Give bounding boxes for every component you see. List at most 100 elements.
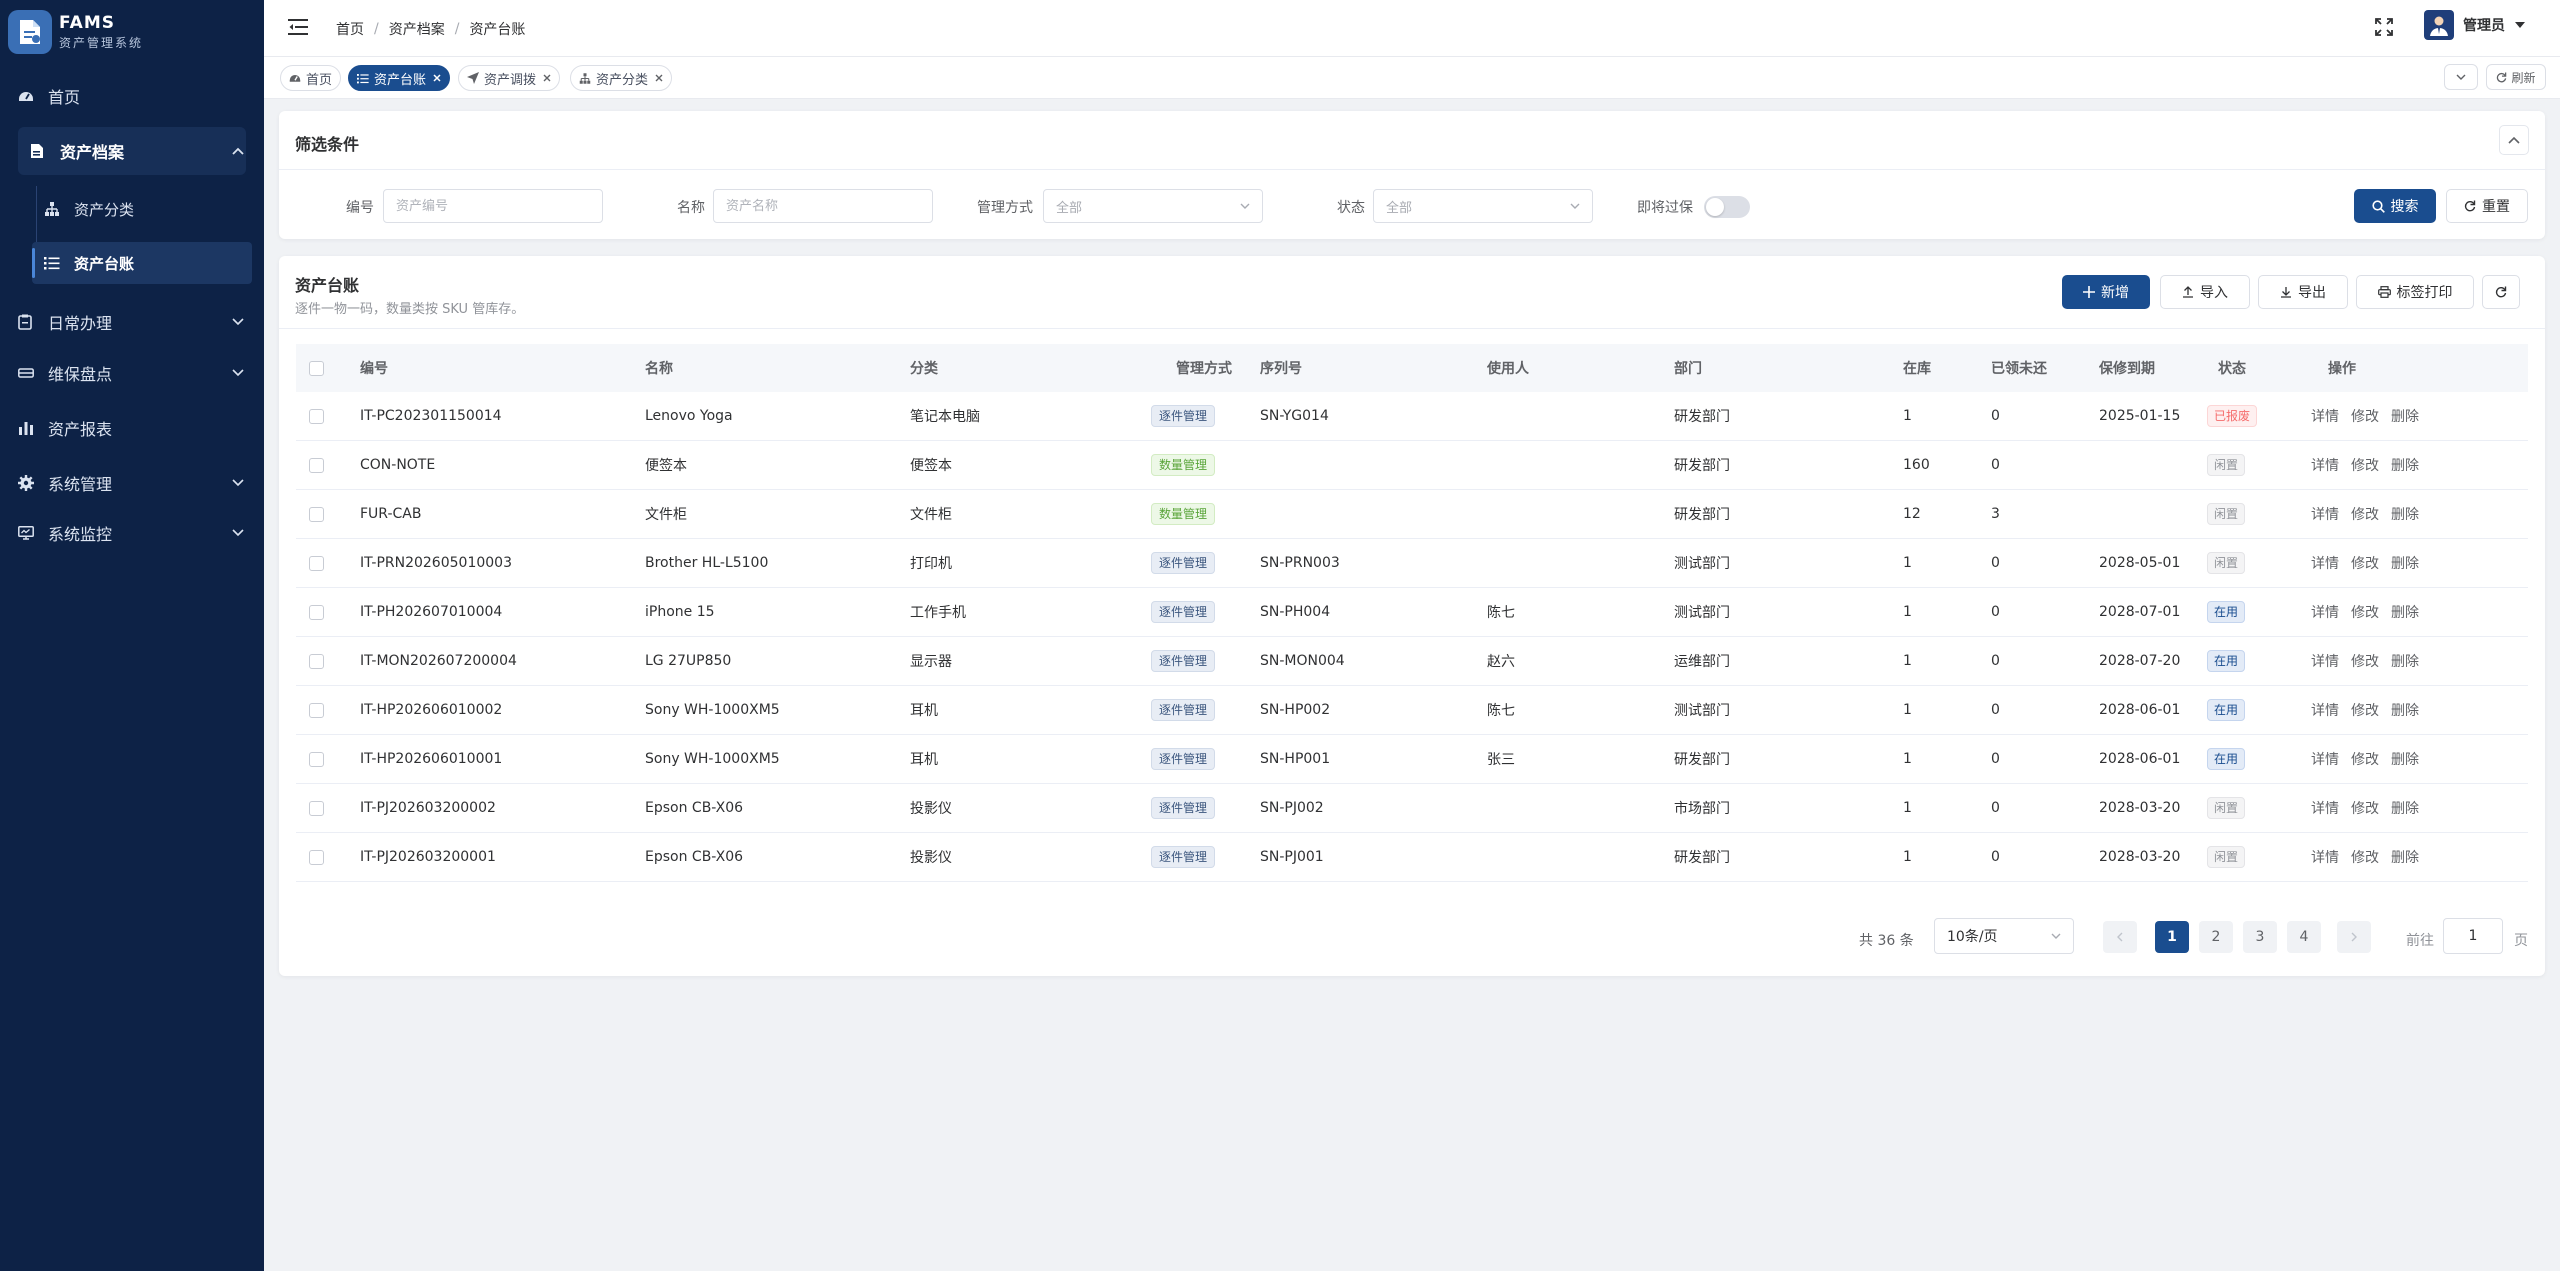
reset-button[interactable]: 重置 bbox=[2446, 189, 2528, 223]
page-size-select[interactable]: 10条/页 bbox=[1934, 918, 2074, 954]
page-4-button[interactable]: 4 bbox=[2287, 921, 2321, 953]
tabs-dropdown-button[interactable] bbox=[2444, 64, 2478, 90]
sidebar-item-asset-category[interactable]: 资产分类 bbox=[32, 188, 252, 230]
breadcrumb-archive[interactable]: 资产档案 bbox=[389, 19, 445, 39]
table-row[interactable]: IT-HP202606010002 Sony WH-1000XM5 耳机 逐件管理 SN… bbox=[296, 686, 2528, 735]
table-row[interactable]: IT-MON202607200004 LG 27UP850 显示器 逐件管理 SN-MO… bbox=[296, 637, 2528, 686]
edit-link[interactable]: 修改 bbox=[2351, 700, 2379, 720]
sidebar-item-asset-archive[interactable]: 资产档案 bbox=[18, 127, 246, 175]
row-checkbox[interactable] bbox=[309, 555, 324, 571]
table-row[interactable]: IT-PC202301150014 Lenovo Yoga 笔记本电脑 逐件管理 SN-… bbox=[296, 392, 2528, 441]
delete-link[interactable]: 删除 bbox=[2391, 455, 2419, 475]
detail-link[interactable]: 详情 bbox=[2311, 455, 2339, 475]
table-row[interactable]: IT-PRN202605010003 Brother HL-L5100 打印机 逐件管… bbox=[296, 539, 2528, 588]
detail-link[interactable]: 详情 bbox=[2311, 700, 2339, 720]
table-row[interactable]: IT-PJ202603200001 Epson CB-X06 投影仪 逐件管理 SN-P… bbox=[296, 833, 2528, 882]
table-row[interactable]: IT-PH202607010004 iPhone 15 工作手机 逐件管理 SN-PH0… bbox=[296, 588, 2528, 637]
row-checkbox[interactable] bbox=[309, 457, 324, 473]
chevron-down-icon bbox=[230, 369, 246, 377]
delete-link[interactable]: 删除 bbox=[2391, 700, 2419, 720]
row-checkbox[interactable] bbox=[309, 751, 324, 767]
cell-warranty: 2028-07-01 bbox=[2099, 604, 2181, 620]
sidebar-item-monitor[interactable]: 系统监控 bbox=[18, 509, 246, 557]
detail-link[interactable]: 详情 bbox=[2311, 553, 2339, 573]
sidebar-item-maintenance[interactable]: 维保盘点 bbox=[18, 349, 246, 397]
edit-link[interactable]: 修改 bbox=[2351, 798, 2379, 818]
import-button[interactable]: 导入 bbox=[2160, 275, 2250, 309]
table-row[interactable]: IT-PJ202603200002 Epson CB-X06 投影仪 逐件管理 SN-P… bbox=[296, 784, 2528, 833]
detail-link[interactable]: 详情 bbox=[2311, 847, 2339, 867]
close-icon[interactable] bbox=[543, 74, 551, 82]
tab-asset-transfer[interactable]: 资产调拨 bbox=[458, 65, 561, 91]
close-icon[interactable] bbox=[433, 74, 441, 82]
row-checkbox[interactable] bbox=[309, 800, 324, 816]
detail-link[interactable]: 详情 bbox=[2311, 602, 2339, 622]
delete-link[interactable]: 删除 bbox=[2391, 749, 2419, 769]
edit-link[interactable]: 修改 bbox=[2351, 553, 2379, 573]
name-search-input[interactable] bbox=[713, 189, 933, 223]
row-checkbox[interactable] bbox=[309, 702, 324, 718]
delete-link[interactable]: 删除 bbox=[2391, 847, 2419, 867]
detail-link[interactable]: 详情 bbox=[2311, 504, 2339, 524]
expiring-toggle[interactable] bbox=[1704, 196, 1750, 218]
row-checkbox[interactable] bbox=[309, 604, 324, 620]
detail-link[interactable]: 详情 bbox=[2311, 749, 2339, 769]
column-header-dept: 部门 bbox=[1674, 361, 1702, 377]
tab-asset-category[interactable]: 资产分类 bbox=[570, 65, 673, 91]
sidebar-item-system[interactable]: 系统管理 bbox=[18, 459, 246, 507]
edit-link[interactable]: 修改 bbox=[2351, 455, 2379, 475]
sidebar-item-asset-ledger[interactable]: 资产台账 bbox=[32, 242, 252, 284]
table-row[interactable]: CON-NOTE 便签本 便签本 数量管理 研发部门 160 0 闲置 详情 修改 删除 bbox=[296, 441, 2528, 490]
row-checkbox[interactable] bbox=[309, 506, 324, 522]
tabs-refresh-button[interactable]: 刷新 bbox=[2486, 64, 2546, 90]
tab-asset-ledger[interactable]: 资产台账 bbox=[348, 65, 451, 91]
breadcrumb-home[interactable]: 首页 bbox=[336, 19, 364, 39]
add-button[interactable]: 新增 bbox=[2062, 275, 2150, 309]
sidebar-item-daily[interactable]: 日常办理 bbox=[18, 298, 246, 346]
delete-link[interactable]: 删除 bbox=[2391, 602, 2419, 622]
export-button[interactable]: 导出 bbox=[2258, 275, 2348, 309]
print-label-button[interactable]: 标签打印 bbox=[2356, 275, 2474, 309]
row-checkbox[interactable] bbox=[309, 653, 324, 669]
delete-link[interactable]: 删除 bbox=[2391, 798, 2419, 818]
close-icon[interactable] bbox=[655, 74, 663, 82]
edit-link[interactable]: 修改 bbox=[2351, 749, 2379, 769]
delete-link[interactable]: 删除 bbox=[2391, 651, 2419, 671]
page-1-button[interactable]: 1 bbox=[2155, 921, 2189, 953]
detail-link[interactable]: 详情 bbox=[2311, 406, 2339, 426]
menu-toggle-icon[interactable] bbox=[288, 18, 308, 36]
select-all-checkbox[interactable] bbox=[309, 360, 324, 376]
detail-link[interactable]: 详情 bbox=[2311, 651, 2339, 671]
sidebar-item-home[interactable]: 首页 bbox=[18, 72, 246, 120]
page-3-button[interactable]: 3 bbox=[2243, 921, 2277, 953]
edit-link[interactable]: 修改 bbox=[2351, 602, 2379, 622]
search-button[interactable]: 搜索 bbox=[2354, 189, 2436, 223]
goto-page-input[interactable] bbox=[2443, 918, 2503, 954]
row-checkbox[interactable] bbox=[309, 849, 324, 865]
prev-page-button[interactable] bbox=[2103, 921, 2137, 953]
fullscreen-icon[interactable] bbox=[2375, 18, 2393, 36]
mode-select[interactable]: 全部 bbox=[1043, 189, 1263, 223]
delete-link[interactable]: 删除 bbox=[2391, 504, 2419, 524]
tab-home[interactable]: 首页 bbox=[280, 65, 342, 91]
reload-table-button[interactable] bbox=[2482, 275, 2520, 309]
table-row[interactable]: IT-HP202606010001 Sony WH-1000XM5 耳机 逐件管理 SN… bbox=[296, 735, 2528, 784]
code-search-input[interactable] bbox=[383, 189, 603, 223]
edit-link[interactable]: 修改 bbox=[2351, 406, 2379, 426]
status-select[interactable]: 全部 bbox=[1373, 189, 1593, 223]
page-2-button[interactable]: 2 bbox=[2199, 921, 2233, 953]
table-row[interactable]: FUR-CAB 文件柜 文件柜 数量管理 研发部门 12 3 闲置 详情 修改 删除 bbox=[296, 490, 2528, 539]
user-menu[interactable]: 管理员 bbox=[2424, 10, 2525, 40]
next-page-button[interactable] bbox=[2337, 921, 2371, 953]
detail-link[interactable]: 详情 bbox=[2311, 798, 2339, 818]
row-checkbox[interactable] bbox=[309, 408, 324, 424]
column-header-mode: 管理方式 bbox=[1176, 361, 1232, 377]
collapse-filter-button[interactable] bbox=[2499, 125, 2529, 155]
edit-link[interactable]: 修改 bbox=[2351, 651, 2379, 671]
sidebar-item-reports[interactable]: 资产报表 bbox=[18, 404, 246, 452]
delete-link[interactable]: 删除 bbox=[2391, 406, 2419, 426]
edit-link[interactable]: 修改 bbox=[2351, 847, 2379, 867]
delete-link[interactable]: 删除 bbox=[2391, 553, 2419, 573]
cell-actions: 详情 修改 删除 bbox=[2311, 637, 2431, 685]
edit-link[interactable]: 修改 bbox=[2351, 504, 2379, 524]
